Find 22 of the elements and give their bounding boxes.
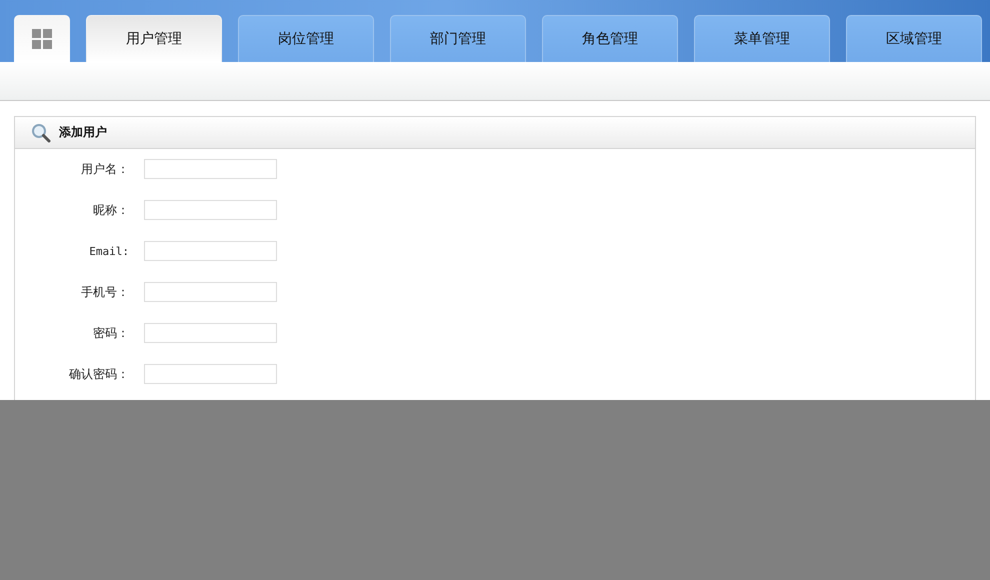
- nav-tab[interactable]: 角色管理: [542, 15, 678, 62]
- nav-tab[interactable]: 菜单管理: [694, 15, 830, 62]
- search-icon: [31, 122, 51, 142]
- nav-tab[interactable]: 用户管理: [86, 15, 222, 62]
- field-label: 昵称：: [92, 202, 129, 218]
- input-field[interactable]: [144, 323, 277, 343]
- field-label: 确认密码：: [68, 366, 129, 382]
- input-field[interactable]: [144, 364, 277, 384]
- input-field[interactable]: [144, 200, 277, 220]
- input-field[interactable]: [144, 282, 277, 302]
- nav-tab[interactable]: 区域管理: [846, 15, 982, 62]
- grid-icon: [32, 28, 52, 48]
- field-label: 手机号：: [80, 284, 129, 300]
- panel-title: 添加用户: [59, 124, 107, 141]
- nav-tab[interactable]: 部门管理: [390, 15, 526, 62]
- field-label: 密码：: [92, 324, 129, 342]
- input-field[interactable]: [144, 159, 277, 179]
- field-label: 用户名：: [80, 160, 129, 178]
- nav-tab[interactable]: 岗位管理: [238, 15, 374, 62]
- home-tab[interactable]: [14, 15, 70, 62]
- field-label: Email:: [88, 244, 129, 258]
- input-field[interactable]: [144, 241, 277, 261]
